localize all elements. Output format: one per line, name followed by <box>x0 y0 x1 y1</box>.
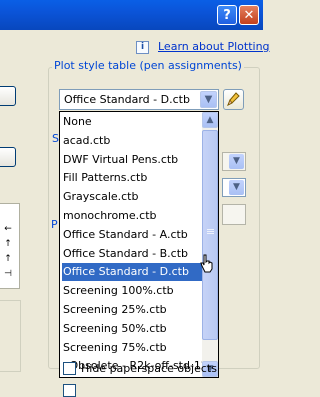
list-scrollbar[interactable]: ▲ ▼ <box>202 112 218 377</box>
close-icon[interactable]: ✕ <box>239 5 259 25</box>
dropdown-option[interactable]: Screening 75%.ctb <box>62 339 203 357</box>
shade-plot-combo[interactable]: ▼ <box>222 152 246 171</box>
learn-about-plotting-link[interactable]: Learn about Plotting <box>158 40 270 53</box>
left-button-2[interactable] <box>0 147 16 167</box>
dropdown-option[interactable]: monochrome.ctb <box>62 207 203 225</box>
hand-cursor-icon <box>200 254 213 273</box>
left-button-1[interactable] <box>0 86 16 106</box>
dropdown-option[interactable]: None <box>62 113 203 131</box>
dropdown-option[interactable]: Office Standard - D.ctb <box>62 263 203 282</box>
extra-checkbox[interactable] <box>63 384 76 397</box>
chevron-down-icon: ▼ <box>229 154 244 169</box>
chevron-down-icon: ▼ <box>229 180 244 195</box>
plot-style-group-title: Plot style table (pen assignments) <box>52 59 244 72</box>
plot-style-dropdown-list[interactable]: None acad.ctb DWF Virtual Pens.ctb Fill Pat… <box>59 111 219 378</box>
left-panel-text: ← ↑ ↑ ⊣ <box>4 224 12 279</box>
dpi-field[interactable] <box>222 204 246 225</box>
dropdown-option[interactable]: DWF Virtual Pens.ctb <box>62 151 203 169</box>
plot-style-selected: Office Standard - D.ctb <box>64 93 190 106</box>
hide-paperspace-label: Hide paperspace objects <box>81 362 217 375</box>
chevron-up-icon[interactable]: ▲ <box>202 112 218 128</box>
left-group-frame <box>0 300 21 372</box>
chevron-down-icon[interactable]: ▼ <box>200 91 217 108</box>
left-preview-panel: ← ↑ ↑ ⊣ <box>0 203 20 289</box>
quality-combo[interactable]: ▼ <box>222 178 246 197</box>
plot-options-label: P <box>51 218 58 231</box>
dropdown-option[interactable]: Screening 25%.ctb <box>62 301 203 319</box>
dropdown-option[interactable]: Fill Patterns.ctb <box>62 169 203 187</box>
scrollbar-thumb[interactable] <box>202 130 218 340</box>
dropdown-option[interactable]: Office Standard - A.ctb <box>62 226 203 244</box>
pencil-icon <box>227 92 240 107</box>
info-icon: i <box>136 41 149 54</box>
dropdown-option[interactable]: acad.ctb <box>62 132 203 150</box>
dropdown-option[interactable]: Screening 100%.ctb <box>62 282 203 300</box>
hide-paperspace-checkbox[interactable] <box>63 362 76 375</box>
dropdown-option[interactable]: Office Standard - B.ctb <box>62 245 203 263</box>
help-icon[interactable]: ? <box>217 5 237 25</box>
dropdown-option[interactable]: Grayscale.ctb <box>62 188 203 206</box>
edit-plot-style-button[interactable] <box>223 89 244 110</box>
dropdown-option[interactable]: Screening 50%.ctb <box>62 320 203 338</box>
plot-style-combo[interactable]: Office Standard - D.ctb ▼ <box>59 89 219 110</box>
